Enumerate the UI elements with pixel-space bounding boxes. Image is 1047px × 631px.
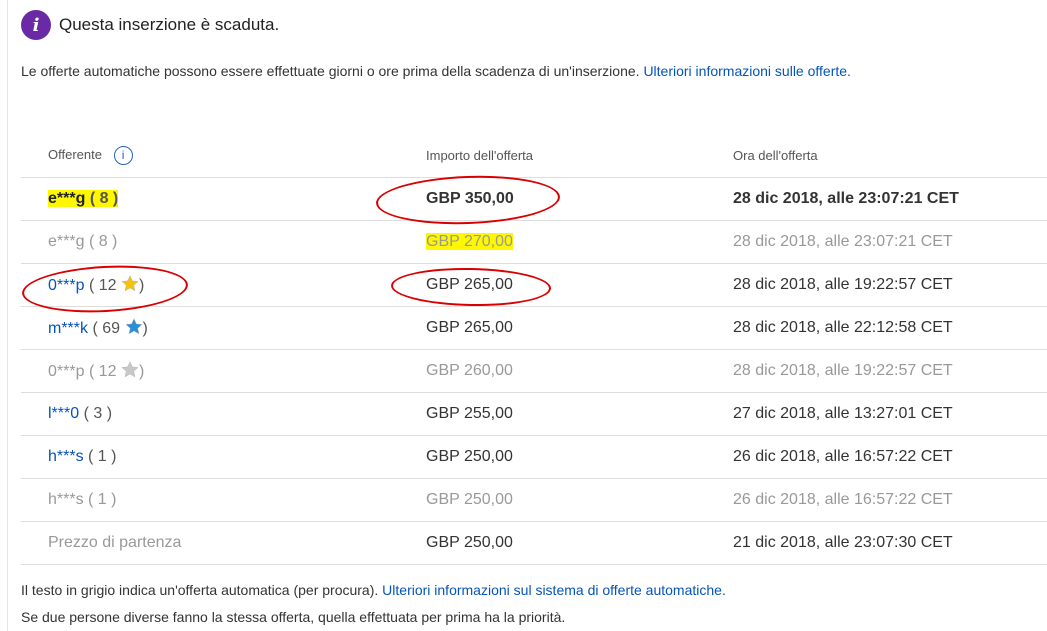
bidder-cell: 0***p ( 12 ) — [21, 263, 426, 307]
notice-text: Questa inserzione è scaduta. — [59, 15, 280, 34]
bid-history-table: Offerente i Importo dell'offerta Ora del… — [21, 134, 1047, 565]
intro-text: Le offerte automatiche possono essere ef… — [21, 63, 640, 79]
feedback-score: ( 8 ) — [89, 190, 119, 207]
bid-time: 27 dic 2018, alle 13:27:01 CET — [733, 392, 1047, 436]
bid-amount: GBP 255,00 — [426, 405, 513, 422]
bids-info-link[interactable]: Ulteriori informazioni sulle offerte. — [643, 63, 851, 79]
proxy-info-link[interactable]: Ulteriori informazioni sul sistema di of… — [382, 582, 726, 598]
header-bidder-label: Offerente — [48, 146, 102, 162]
feedback-score: ( 12 ) — [88, 275, 145, 294]
bid-time: 28 dic 2018, alle 23:07:21 CET — [733, 177, 1047, 221]
header-time: Ora dell'offerta — [733, 134, 1047, 178]
amount-cell: GBP 265,00 — [426, 306, 733, 350]
bid-time: 28 dic 2018, alle 23:07:21 CET — [733, 220, 1047, 264]
bidder-link[interactable]: h***s — [48, 448, 84, 465]
priority-note: Se due persone diverse fanno la stessa o… — [21, 609, 566, 625]
bidder-link[interactable]: h***s — [48, 491, 84, 508]
bid-amount: GBP 265,00 — [426, 319, 513, 336]
header-amount: Importo dell'offerta — [426, 134, 733, 178]
bidder-cell: e***g ( 8 ) — [21, 220, 426, 264]
bidder-link[interactable]: m***k — [48, 320, 88, 337]
table-header-row: Offerente i Importo dell'offerta Ora del… — [21, 134, 1047, 178]
feedback-score: ( 3 ) — [83, 405, 113, 422]
intro-paragraph: Le offerte automatiche possono essere ef… — [21, 63, 851, 79]
bid-row: Prezzo di partenza GBP 250,00 21 dic 2018,… — [21, 521, 1047, 565]
bid-amount: GBP 250,00 — [426, 534, 513, 551]
bidder-cell: h***s ( 1 ) — [21, 478, 426, 522]
bid-amount: GBP 350,00 — [426, 190, 514, 207]
left-border — [7, 0, 8, 631]
bid-time: 28 dic 2018, alle 19:22:57 CET — [733, 349, 1047, 393]
bidder-link[interactable]: 0***p — [48, 277, 84, 294]
feedback-star-icon — [121, 275, 139, 294]
feedback-score: ( 1 ) — [88, 448, 117, 465]
bidder-cell: e***g ( 8 ) — [21, 177, 426, 221]
header-bidder: Offerente i — [21, 134, 426, 178]
feedback-score: ( 12 ) — [88, 361, 145, 380]
amount-cell: GBP 250,00 — [426, 521, 733, 565]
proxy-note-text: Il testo in grigio indica un'offerta aut… — [21, 582, 379, 598]
info-icon: i — [21, 10, 51, 40]
bid-time: 28 dic 2018, alle 19:22:57 CET — [733, 263, 1047, 307]
feedback-star-icon — [121, 361, 139, 380]
bid-row: m***k ( 69 ) GBP 265,00 28 dic 2018, alle … — [21, 306, 1047, 350]
feedback-score: ( 8 ) — [88, 233, 118, 250]
expired-notice: i Questa inserzione è scaduta. — [21, 10, 279, 40]
bidder-cell: l***0 ( 3 ) — [21, 392, 426, 436]
amount-cell: GBP 250,00 — [426, 435, 733, 479]
bidder-link[interactable]: e***g — [48, 190, 85, 207]
bid-row: 0***p ( 12 ) GBP 265,00 28 dic 2018, alle … — [21, 263, 1047, 307]
bid-time: 28 dic 2018, alle 22:12:58 CET — [733, 306, 1047, 350]
proxy-note: Il testo in grigio indica un'offerta aut… — [21, 582, 726, 598]
bid-time: 26 dic 2018, alle 16:57:22 CET — [733, 435, 1047, 479]
bid-amount: GBP 265,00 — [426, 276, 513, 293]
bidder-cell: 0***p ( 12 ) — [21, 349, 426, 393]
amount-cell: GBP 260,00 — [426, 349, 733, 393]
bidder-cell: h***s ( 1 ) — [21, 435, 426, 479]
info-circle-icon[interactable]: i — [113, 146, 133, 165]
amount-cell: GBP 350,00 — [426, 177, 733, 221]
amount-cell: GBP 265,00 — [426, 263, 733, 307]
amount-cell: GBP 255,00 — [426, 392, 733, 436]
feedback-score: ( 1 ) — [88, 491, 117, 508]
bid-time: 26 dic 2018, alle 16:57:22 CET — [733, 478, 1047, 522]
bidder-link[interactable]: 0***p — [48, 363, 84, 380]
bid-amount: GBP 260,00 — [426, 362, 513, 379]
bidder-cell: m***k ( 69 ) — [21, 306, 426, 350]
amount-cell: GBP 270,00 — [426, 220, 733, 264]
feedback-score: ( 69 ) — [92, 318, 148, 337]
feedback-star-icon — [124, 318, 143, 337]
bidder-link[interactable]: l***0 — [48, 405, 79, 422]
bid-row: h***s ( 1 ) GBP 250,00 26 dic 2018, alle 1… — [21, 478, 1047, 522]
bid-row: h***s ( 1 ) GBP 250,00 26 dic 2018, alle 1… — [21, 435, 1047, 479]
bid-row: e***g ( 8 ) GBP 270,00 28 dic 2018, alle 2… — [21, 220, 1047, 264]
bid-amount: GBP 250,00 — [426, 491, 513, 508]
amount-cell: GBP 250,00 — [426, 478, 733, 522]
bid-amount: GBP 250,00 — [426, 448, 513, 465]
bid-time: 21 dic 2018, alle 23:07:30 CET — [733, 521, 1047, 565]
bid-row: e***g ( 8 ) GBP 350,00 28 dic 2018, alle 2… — [21, 177, 1047, 221]
bid-amount: GBP 270,00 — [426, 233, 513, 250]
starting-price-label: Prezzo di partenza — [21, 521, 426, 565]
bidder-link[interactable]: e***g — [48, 233, 84, 250]
bid-row: l***0 ( 3 ) GBP 255,00 27 dic 2018, alle 1… — [21, 392, 1047, 436]
bid-row: 0***p ( 12 ) GBP 260,00 28 dic 2018, alle … — [21, 349, 1047, 393]
